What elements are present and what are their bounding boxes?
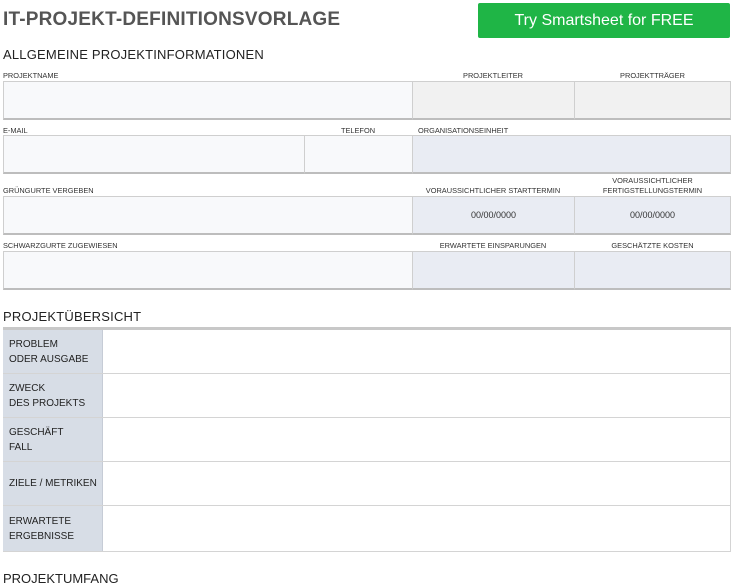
overview-label-line1: ZWECK (9, 382, 46, 394)
overview-value-field[interactable] (103, 330, 731, 373)
scope-heading: PROJEKTUMFANG (3, 571, 119, 586)
overview-row-expected-results: ERWARTETE ERGEBNISSE (3, 506, 731, 552)
overview-label-line1: PROBLEM (9, 338, 58, 350)
expected-savings-label: ERWARTETE EINSPARUNGEN (439, 241, 547, 250)
end-date-label-line1: VORAUSSICHTLICHER (612, 176, 693, 185)
project-lead-label: PROJEKTLEITER (463, 71, 523, 80)
estimated-costs-field[interactable] (574, 251, 731, 290)
general-info-heading: ALLGEMEINE PROJEKTINFORMATIONEN (3, 47, 264, 62)
start-date-field[interactable]: 00/00/0000 (412, 196, 575, 235)
overview-label-line2: FALL (9, 441, 33, 453)
project-sponsor-label: PROJEKTTRÄGER (620, 71, 685, 80)
black-belts-field[interactable] (3, 251, 413, 290)
project-sponsor-field[interactable] (574, 81, 731, 120)
end-date-label-line2: FERTIGSTELLUNGSTERMIN (602, 186, 703, 195)
overview-label-line2: ERGEBNISSE (9, 530, 75, 542)
overview-row-purpose: ZWECK DES PROJEKTS (3, 374, 731, 418)
project-name-label: PROJEKTNAME (3, 71, 59, 80)
green-belts-label: GRÜNGURTE VERGEBEN (3, 186, 94, 195)
start-date-label: VORAUSSICHTLICHER STARTTERMIN (425, 186, 561, 195)
overview-label-line1: GESCHÄFT (9, 426, 64, 438)
end-date-field[interactable]: 00/00/0000 (574, 196, 731, 235)
org-unit-field[interactable] (412, 135, 731, 174)
overview-row-label: ZIELE / METRIKEN (3, 462, 103, 505)
overview-label-line1: ERWARTETE (9, 515, 72, 527)
overview-heading: PROJEKTÜBERSICHT (3, 309, 142, 324)
overview-row-problem: PROBLEM ODER AUSGABE (3, 330, 731, 374)
overview-value-field[interactable] (103, 374, 731, 417)
overview-row-label: ERWARTETE ERGEBNISSE (3, 506, 103, 551)
project-name-field[interactable] (3, 81, 413, 120)
overview-label-line2: DES PROJEKTS (9, 397, 86, 409)
estimated-costs-label: GESCHÄTZTE KOSTEN (611, 241, 694, 250)
try-smartsheet-button[interactable]: Try Smartsheet for FREE (478, 3, 730, 38)
expected-savings-field[interactable] (412, 251, 575, 290)
project-lead-field[interactable] (412, 81, 575, 120)
overview-table: PROBLEM ODER AUSGABE ZWECK DES PROJEKTS … (3, 327, 731, 552)
green-belts-field[interactable] (3, 196, 413, 235)
overview-label-line2: ODER AUSGABE (9, 353, 89, 365)
black-belts-label: SCHWARZGURTE ZUGEWIESEN (3, 241, 118, 250)
phone-field[interactable] (304, 135, 413, 174)
overview-label-line1: ZIELE / METRIKEN (9, 478, 97, 489)
overview-value-field[interactable] (103, 418, 731, 461)
overview-row-business-case: GESCHÄFT FALL (3, 418, 731, 462)
overview-value-field[interactable] (103, 506, 731, 551)
overview-row-label: PROBLEM ODER AUSGABE (3, 330, 103, 373)
page-title: IT-PROJEKT-DEFINITIONSVORLAGE (3, 9, 341, 30)
email-field[interactable] (3, 135, 305, 174)
overview-row-label: GESCHÄFT FALL (3, 418, 103, 461)
overview-row-label: ZWECK DES PROJEKTS (3, 374, 103, 417)
overview-row-goals-metrics: ZIELE / METRIKEN (3, 462, 731, 506)
overview-value-field[interactable] (103, 462, 731, 505)
